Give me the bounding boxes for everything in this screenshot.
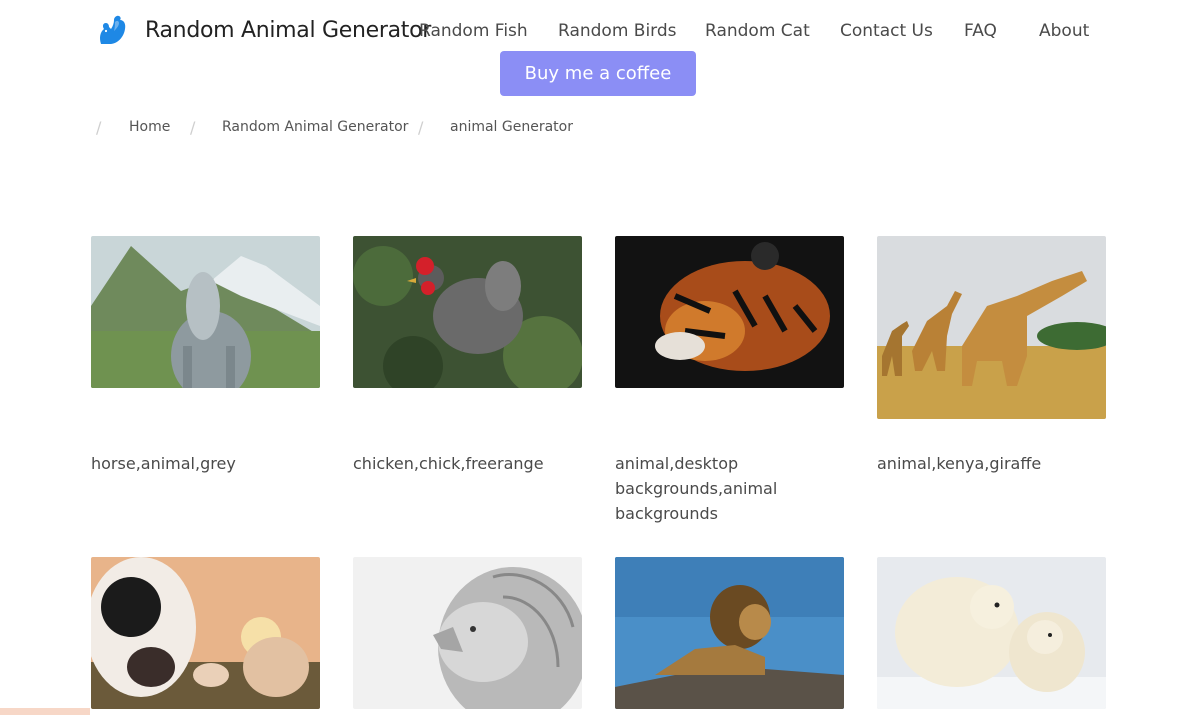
horse-photo[interactable] [91, 236, 320, 388]
breadcrumb-separator: / [96, 118, 102, 137]
squirrel-icon[interactable] [97, 14, 127, 46]
card-caption: animal,desktop backgrounds,animal backgr… [615, 454, 778, 523]
nav-random-cat[interactable]: Random Cat [705, 21, 810, 41]
nav-random-birds[interactable]: Random Birds [558, 21, 677, 41]
cookie-bar-edge [0, 708, 90, 715]
chicken-photo[interactable] [353, 236, 582, 388]
card-caption: animal,kenya,giraffe [877, 454, 1042, 473]
nav-contact-us[interactable]: Contact Us [840, 21, 933, 41]
polar-bear-photo[interactable] [877, 557, 1106, 709]
lion-bw-photo[interactable] [353, 557, 582, 709]
site-title[interactable]: Random Animal Generator [145, 18, 431, 43]
card-caption: horse,animal,grey [91, 454, 236, 473]
breadcrumb-random-animal-generator[interactable]: Random Animal Generator [222, 119, 408, 135]
buy-me-a-coffee-button[interactable]: Buy me a coffee [500, 51, 696, 96]
breadcrumb-separator: / [418, 118, 424, 137]
tiger-photo[interactable] [615, 236, 844, 388]
card-caption: chicken,chick,freerange [353, 454, 544, 473]
site-header: Random Animal Generator Random Fish Rand… [0, 0, 1200, 100]
giraffe-photo[interactable] [877, 236, 1106, 419]
nav-about[interactable]: About [1039, 21, 1089, 41]
breadcrumb-current-page: animal Generator [450, 119, 573, 135]
breadcrumb: / Home / Random Animal Generator / anima… [0, 118, 1200, 140]
nav-random-fish[interactable]: Random Fish [419, 21, 528, 41]
nav-faq[interactable]: FAQ [964, 21, 997, 41]
breadcrumb-home[interactable]: Home [129, 119, 170, 135]
lion-rock-photo[interactable] [615, 557, 844, 709]
cow-photo[interactable] [91, 557, 320, 709]
breadcrumb-separator: / [190, 118, 196, 137]
